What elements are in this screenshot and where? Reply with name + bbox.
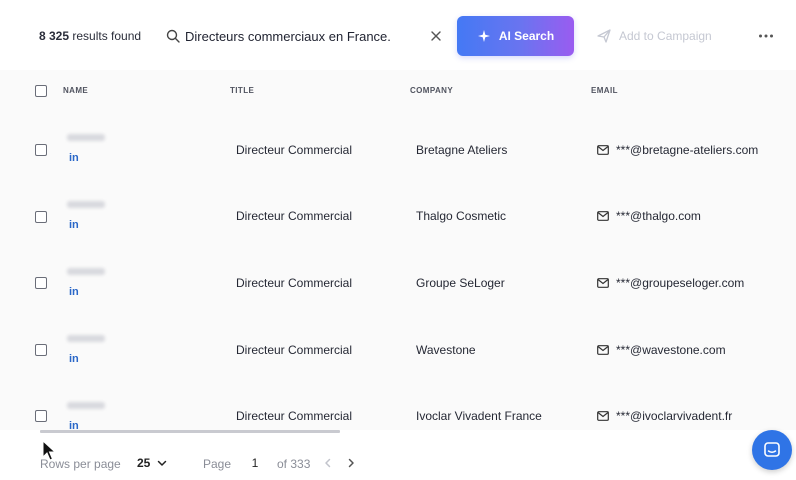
rows-per-page-value: 25 <box>137 456 151 470</box>
contact-title: Directeur Commercial <box>236 343 353 357</box>
ai-search-button[interactable]: AI Search <box>457 16 574 56</box>
chevron-left-icon[interactable] <box>322 457 334 469</box>
contact-email[interactable]: ***@bretagne-ateliers.com <box>616 143 758 157</box>
row-checkbox[interactable] <box>35 344 47 356</box>
table-row[interactable]: in Directeur Commercial Wavestone ***@wa… <box>0 317 796 383</box>
contact-title: Directeur Commercial <box>236 209 353 223</box>
contact-name-blurred <box>67 201 105 208</box>
ai-search-label: AI Search <box>498 29 555 43</box>
chat-support-button[interactable] <box>752 430 792 470</box>
mail-icon <box>597 345 609 355</box>
linkedin-link[interactable]: in <box>69 152 79 164</box>
contact-email[interactable]: ***@ivoclarvivadent.fr <box>616 409 732 423</box>
search-icon <box>166 29 180 43</box>
chevron-right-icon[interactable] <box>345 457 357 469</box>
select-all-checkbox[interactable] <box>35 85 47 97</box>
mail-icon <box>597 145 609 155</box>
search-box <box>163 22 451 50</box>
table-row[interactable]: in Directeur Commercial Thalgo Cosmetic … <box>0 183 796 249</box>
table-header: NAME TITLE COMPANY EMAIL <box>0 70 796 112</box>
results-table: NAME TITLE COMPANY EMAIL in Directeur Co… <box>0 70 796 432</box>
cursor-icon <box>42 440 57 461</box>
contact-company[interactable]: Thalgo Cosmetic <box>416 209 506 223</box>
add-to-campaign-button[interactable]: Add to Campaign <box>596 26 712 46</box>
contact-name-blurred <box>67 134 105 141</box>
contact-title: Directeur Commercial <box>236 143 353 157</box>
toolbar: 8 325 results found AI Search Add to Cam… <box>0 0 796 70</box>
rows-per-page-select[interactable]: 25 <box>137 454 168 472</box>
contact-email[interactable]: ***@thalgo.com <box>616 209 701 223</box>
search-input[interactable] <box>185 24 421 48</box>
linkedin-link[interactable]: in <box>69 353 79 365</box>
add-to-campaign-label: Add to Campaign <box>619 29 712 43</box>
linkedin-link[interactable]: in <box>69 219 79 231</box>
page-label: Page <box>203 457 232 471</box>
table-row[interactable]: in Directeur Commercial Groupe SeLoger *… <box>0 250 796 316</box>
contact-title: Directeur Commercial <box>236 276 353 290</box>
sparkle-icon <box>477 30 490 42</box>
contact-email[interactable]: ***@groupeseloger.com <box>616 276 744 290</box>
contact-company[interactable]: Wavestone <box>416 343 476 357</box>
horizontal-scrollbar[interactable] <box>40 430 340 433</box>
row-checkbox[interactable] <box>35 410 47 422</box>
column-header-company[interactable]: COMPANY <box>410 86 453 95</box>
column-header-email[interactable]: EMAIL <box>591 86 618 95</box>
row-checkbox[interactable] <box>35 277 47 289</box>
mail-icon <box>597 278 609 288</box>
mail-icon <box>597 411 609 421</box>
column-header-name[interactable]: NAME <box>63 86 88 95</box>
results-count-suffix: results found <box>72 29 142 43</box>
contact-company[interactable]: Ivoclar Vivadent France <box>416 409 542 423</box>
contact-email[interactable]: ***@wavestone.com <box>616 343 726 357</box>
pagination-bar: Rows per page 25 Page of 333 <box>0 430 796 480</box>
row-checkbox[interactable] <box>35 211 47 223</box>
table-row[interactable]: in Directeur Commercial Bretagne Atelier… <box>0 116 796 182</box>
contact-name-blurred <box>67 335 105 342</box>
contact-title: Directeur Commercial <box>236 409 353 423</box>
chevron-down-icon <box>158 460 167 466</box>
page-total: of 333 <box>277 457 311 471</box>
mail-icon <box>597 211 609 221</box>
column-header-title[interactable]: TITLE <box>230 86 254 95</box>
contact-company[interactable]: Bretagne Ateliers <box>416 143 507 157</box>
close-icon[interactable] <box>429 29 443 43</box>
results-count-number: 8 325 <box>39 29 70 43</box>
contact-name-blurred <box>67 402 105 409</box>
contact-name-blurred <box>67 268 105 275</box>
chat-icon <box>764 442 780 457</box>
linkedin-link[interactable]: in <box>69 286 79 298</box>
send-icon <box>597 29 611 43</box>
contact-company[interactable]: Groupe SeLoger <box>416 276 505 290</box>
row-checkbox[interactable] <box>35 144 47 156</box>
page-number-input[interactable] <box>243 453 267 473</box>
results-count: 8 325 results found <box>39 29 141 43</box>
more-icon[interactable] <box>757 27 775 45</box>
